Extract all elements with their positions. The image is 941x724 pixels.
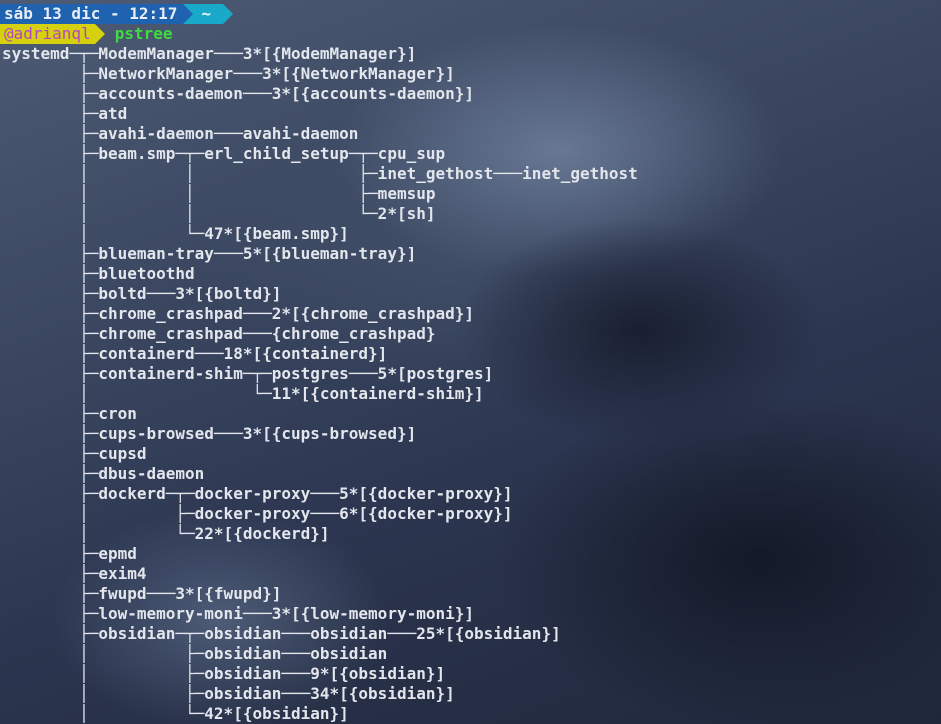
process-tree-line: │ │ ├─memsup	[2, 184, 436, 203]
process-tree-line: ├─NetworkManager───3*[{NetworkManager}]	[2, 64, 455, 83]
process-tree-line: systemd─┬─ModemManager───3*[{ModemManage…	[2, 44, 417, 63]
process-tree-line: ├─boltd───3*[{boltd}]	[2, 284, 282, 303]
process-tree-line: ├─atd	[2, 104, 128, 123]
process-tree-line: ├─cron	[2, 404, 137, 423]
process-tree-line: ├─low-memory-moni───3*[{low-memory-moni}…	[2, 604, 475, 623]
process-tree-line: │ ├─obsidian───obsidian	[2, 644, 388, 663]
process-tree-line: ├─dbus-daemon	[2, 464, 205, 483]
process-tree-line: ├─beam.smp─┬─erl_child_setup─┬─cpu_sup	[2, 144, 446, 163]
process-tree-line: ├─obsidian─┬─obsidian───obsidian───25*[{…	[2, 624, 561, 643]
terminal-window[interactable]: sáb 13 dic - 12:17 ~ @adrianql pstree syst…	[0, 0, 941, 724]
process-tree-line: │ │ └─2*[sh]	[2, 204, 436, 223]
process-tree-line: │ └─42*[{obsidian}]	[2, 704, 349, 723]
process-tree-line: │ ├─docker-proxy───6*[{docker-proxy}]	[2, 504, 513, 523]
process-tree-line: ├─containerd───18*[{containerd}]	[2, 344, 388, 363]
process-tree-line: ├─chrome_crashpad───{chrome_crashpad}	[2, 324, 436, 343]
process-tree-line: │ └─47*[{beam.smp}]	[2, 224, 349, 243]
process-tree-line: ├─bluetoothd	[2, 264, 195, 283]
process-tree-line: ├─dockerd─┬─docker-proxy───5*[{docker-pr…	[2, 484, 513, 503]
process-tree-line: ├─accounts-daemon───3*[{accounts-daemon}…	[2, 84, 475, 103]
process-tree-line: ├─blueman-tray───5*[{blueman-tray}]	[2, 244, 417, 263]
prompt-datetime-segment: sáb 13 dic - 12:17	[0, 4, 184, 24]
process-tree-line: │ └─22*[{dockerd}]	[2, 524, 330, 543]
process-tree-line: ├─containerd-shim─┬─postgres───5*[postgr…	[2, 364, 494, 383]
prompt-command-line: @adrianql pstree	[0, 24, 173, 44]
pstree-output: systemd─┬─ModemManager───3*[{ModemManage…	[2, 44, 638, 724]
prompt-user-segment: @adrianql	[0, 24, 95, 44]
process-tree-line: │ ├─obsidian───9*[{obsidian}]	[2, 664, 446, 683]
powerline-separator-icon	[183, 4, 194, 24]
process-tree-line: ├─exim4	[2, 564, 147, 583]
process-tree-line: ├─avahi-daemon───avahi-daemon	[2, 124, 359, 143]
process-tree-line: ├─fwupd───3*[{fwupd}]	[2, 584, 282, 603]
process-tree-line: │ │ ├─inet_gethost───inet_gethost	[2, 164, 638, 183]
process-tree-line: ├─chrome_crashpad───2*[{chrome_crashpad}…	[2, 304, 475, 323]
powerline-separator-icon	[94, 24, 105, 44]
prompt-status-line: sáb 13 dic - 12:17 ~	[0, 4, 234, 24]
powerline-separator-icon	[223, 4, 234, 24]
prompt-directory-segment: ~	[193, 4, 224, 24]
command-text: pstree	[114, 24, 173, 43]
process-tree-line: ├─epmd	[2, 544, 137, 563]
process-tree-line: │ └─11*[{containerd-shim}]	[2, 384, 484, 403]
process-tree-line: │ ├─obsidian───34*[{obsidian}]	[2, 684, 455, 703]
process-tree-line: ├─cupsd	[2, 444, 147, 463]
process-tree-line: ├─cups-browsed───3*[{cups-browsed}]	[2, 424, 417, 443]
